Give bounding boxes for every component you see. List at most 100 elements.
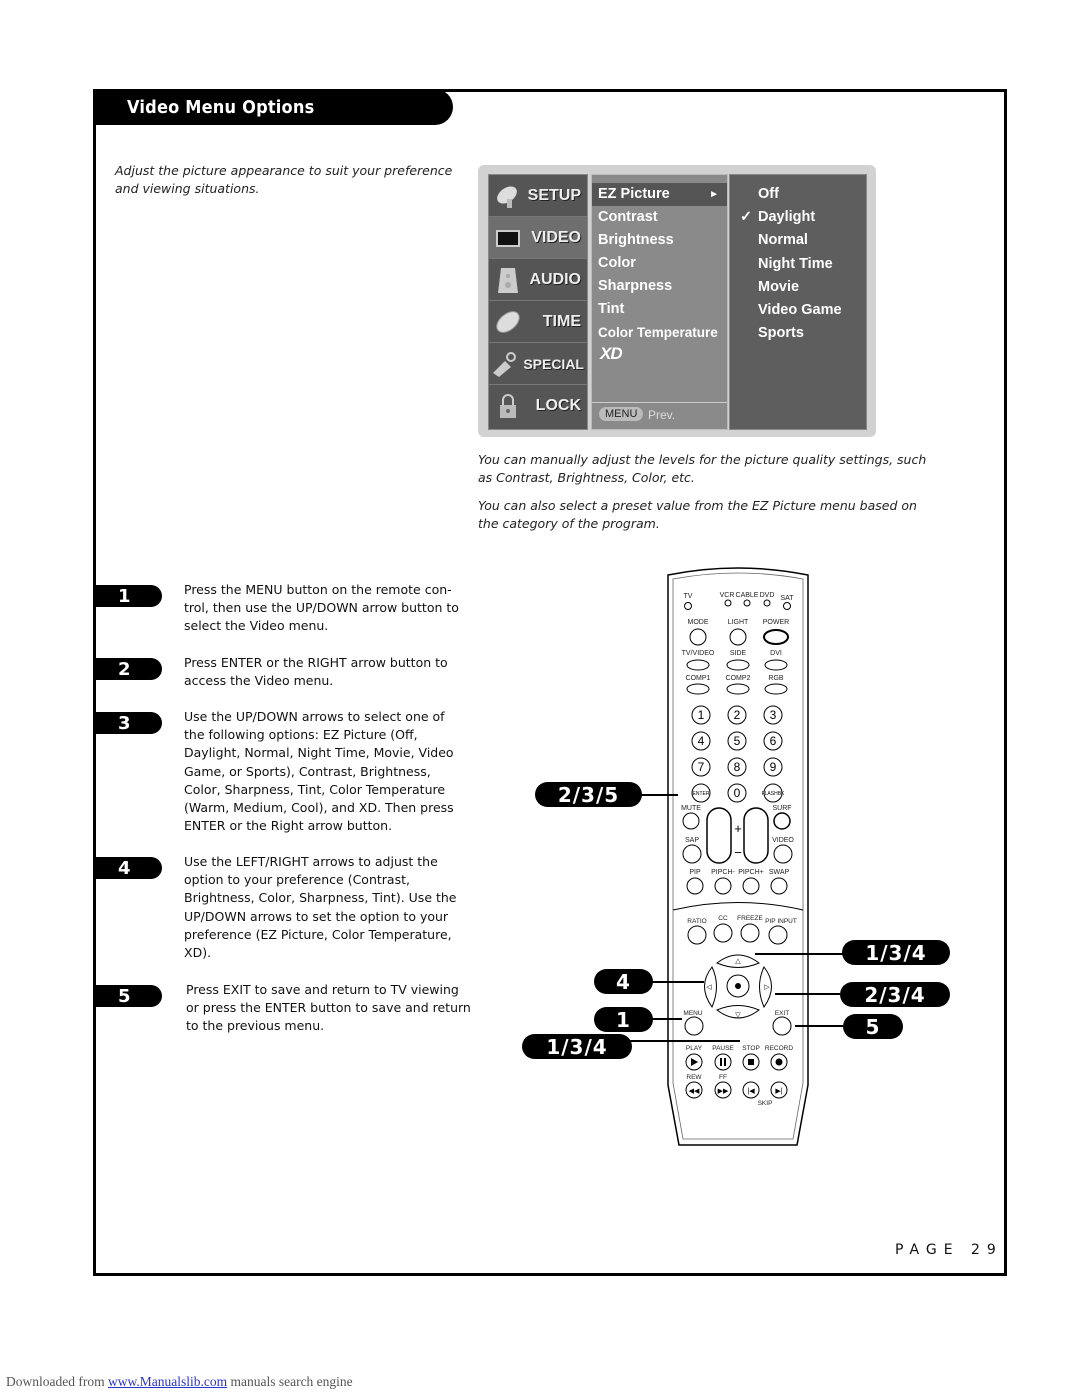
light-button-label: LIGHT [728,619,749,626]
skip-forward-icon: ▶| [775,1088,782,1095]
osd-sidebar: SETUP VIDEO AUDIO TIME SPECIAL LOCK [488,174,588,430]
dvi-button[interactable] [764,659,788,671]
checkmark-icon: ✓ [740,209,753,226]
section-title: Video Menu Options [93,89,453,125]
osd-sidebar-label: VIDEO [531,228,581,246]
mode-label-sat: SAT [780,595,794,602]
tvvideo-button[interactable] [686,659,710,671]
intro-text: Adjust the picture appearance to suit yo… [115,163,453,196]
pip-button[interactable] [686,877,704,895]
osd-sidebar-label: SPECIAL [523,355,584,372]
osd-option-sharpness[interactable]: Sharpness [592,275,727,298]
digit-button-label: 7 [698,760,705,774]
osd-sidebar-item-setup[interactable]: SETUP [489,175,587,217]
callout-line-down [630,1040,740,1042]
sap-button-label: SAP [685,837,699,844]
manualslib-link[interactable]: www.Manualslib.com [108,1374,227,1389]
pipch-minus-button[interactable] [714,877,732,895]
surf-button-label: SURF [772,805,791,812]
video-button-label: VIDEO [772,837,794,844]
cc-button[interactable] [713,923,733,943]
remote-control-diagram: TV VCR CABLE DVD SAT MODE LIGHT POWER TV… [665,565,811,1154]
channel-rocker[interactable] [743,807,769,864]
osd-sidebar-item-lock[interactable]: LOCK [489,385,587,427]
rew-label: REW [686,1074,702,1081]
callout-line-right [775,993,840,995]
exit-button[interactable] [772,1016,792,1036]
rgb-button[interactable] [764,683,788,695]
osd-menu-button[interactable]: MENU [599,407,644,421]
download-footer: Downloaded from www.Manualslib.com manua… [6,1374,353,1390]
skip-back-icon: |◀ [747,1088,755,1095]
step-number-4: 4 [96,857,162,879]
callout-exit: 5 [843,1014,903,1039]
pause-button[interactable] [714,1053,732,1071]
osd-value-daylight[interactable]: ✓ Daylight [730,206,866,229]
step-text-4: Use the LEFT/RIGHT arrows to adjust the … [184,854,457,961]
ratio-button[interactable] [687,925,707,945]
osd-option-color-temperature[interactable]: Color Temperature [592,321,727,344]
osd-value-off[interactable]: Off [730,183,866,206]
step-number-5: 5 [96,985,162,1007]
osd-value-normal[interactable]: Normal [730,229,866,252]
digit-button-label: 9 [770,760,777,774]
osd-sidebar-item-video[interactable]: VIDEO [489,217,587,259]
freeze-button[interactable] [740,923,760,943]
mode-button-label: MODE [688,619,709,626]
volume-rocker[interactable] [706,807,732,864]
digit-button-label: 4 [698,734,705,748]
left-triangle-icon: ◁ [706,984,712,991]
stop-icon [748,1059,754,1065]
osd-sidebar-item-special[interactable]: SPECIAL [489,343,587,385]
osd-value-label: Off [758,186,779,202]
callout-menu: 1 [594,1007,653,1032]
mode-button[interactable] [689,628,707,646]
pipch-plus-button[interactable] [742,877,760,895]
note-manual-adjust: You can manually adjust the levels for t… [478,452,927,485]
osd-option-brightness[interactable]: Brightness [592,229,727,252]
step-text-2: Press ENTER or the RIGHT arrow button to… [184,655,448,689]
osd-option-color[interactable]: Color [592,252,727,275]
osd-sidebar-item-audio[interactable]: AUDIO [489,259,587,301]
mute-button[interactable] [682,812,700,830]
osd-value-sports[interactable]: Sports [730,322,866,345]
swap-button[interactable] [770,877,788,895]
footer-suffix: manuals search engine [230,1374,353,1389]
pip-input-button[interactable] [768,925,788,945]
osd-value-movie[interactable]: Movie [730,276,866,299]
comp2-button[interactable] [726,683,750,695]
light-button[interactable] [729,628,747,646]
side-button[interactable] [726,659,750,671]
mode-label-dvd: DVD [760,592,775,599]
osd-value-video-game[interactable]: Video Game [730,299,866,322]
osd-prev-label: Prev. [648,408,676,422]
comp1-button-label: COMP1 [686,675,711,682]
osd-value-label: Movie [758,278,800,295]
osd-option-xd[interactable]: XD [592,344,727,364]
osd-values-panel: Off ✓ Daylight Normal Night Time Movie Vi… [729,174,867,430]
osd-option-ez-picture[interactable]: EZ Picture ► [592,183,727,206]
surf-button[interactable] [773,812,791,830]
osd-value-night-time[interactable]: Night Time [730,253,866,276]
clock-plate-icon [496,311,520,333]
menu-button[interactable] [684,1016,704,1036]
mute-button-label: MUTE [681,805,701,812]
record-icon [775,1058,783,1066]
plus-sign: + [734,821,742,836]
comp1-button[interactable] [686,683,710,695]
power-button[interactable] [763,629,789,645]
osd-value-label: Video Game [758,301,842,318]
step-text-5: Press EXIT to save and return to TV view… [186,982,471,1034]
step-text-3: Use the UP/DOWN arrows to select one of … [184,709,454,834]
video-button[interactable] [773,844,793,864]
osd-option-tint[interactable]: Tint [592,298,727,321]
osd-sidebar-item-time[interactable]: TIME [489,301,587,343]
callout-line-up [755,953,843,955]
osd-sidebar-label: SETUP [527,186,581,204]
step-number-1: 1 [96,585,162,607]
padlock-icon [500,394,516,418]
sap-button[interactable] [682,844,702,864]
osd-option-contrast[interactable]: Contrast [592,206,727,229]
osd-sidebar-label: AUDIO [529,270,581,288]
osd-footer: MENU Prev. [592,402,727,429]
